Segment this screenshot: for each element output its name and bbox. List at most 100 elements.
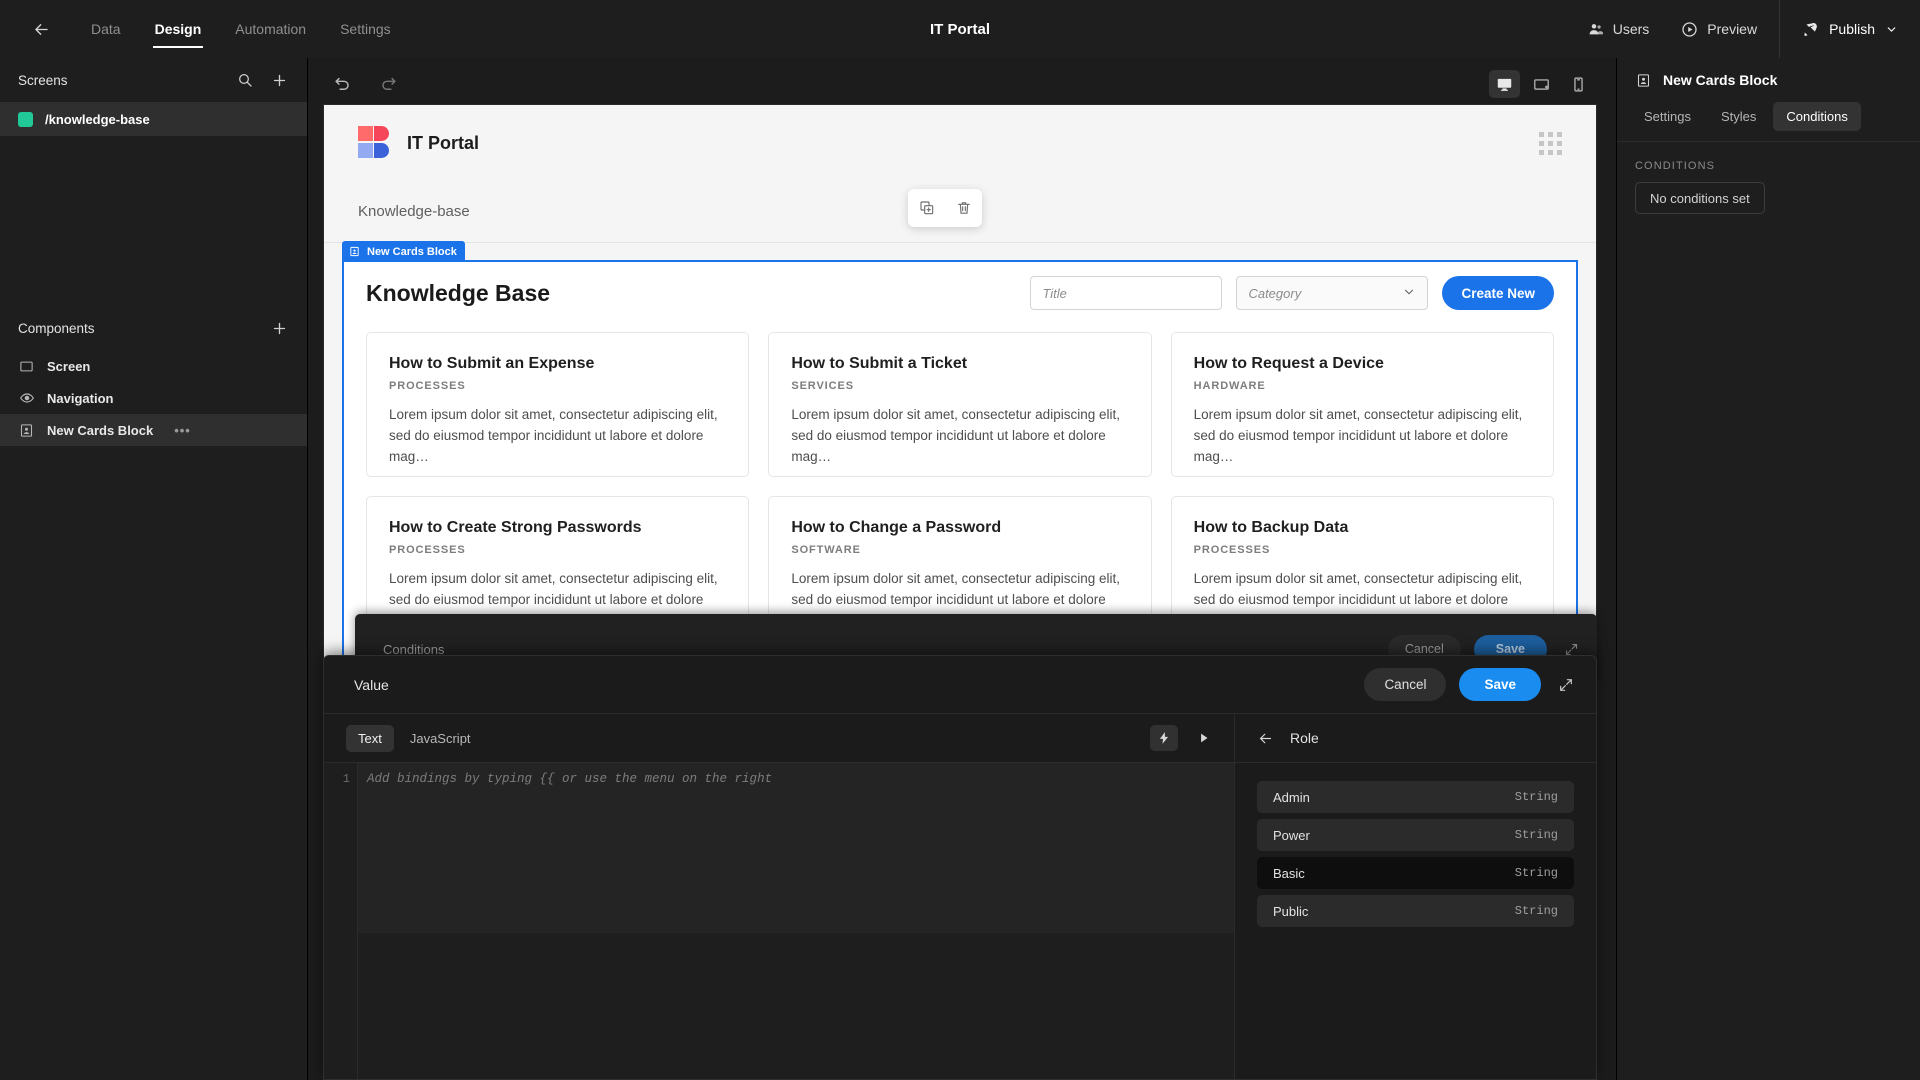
right-properties-panel: New Cards Block Settings Styles Conditio… [1616, 58, 1920, 1080]
duplicate-icon[interactable] [919, 200, 935, 216]
component-item-screen[interactable]: Screen [0, 350, 307, 382]
right-panel-tabs: Settings Styles Conditions [1617, 102, 1920, 141]
lightning-icon[interactable] [1150, 725, 1178, 751]
selected-block-cards[interactable]: New Cards Block Knowledge Base Title Cat… [342, 241, 1578, 665]
card-item[interactable]: How to Submit a Ticket SERVICES Lorem ip… [768, 332, 1152, 477]
cards-block-icon [1635, 72, 1651, 88]
create-new-button[interactable]: Create New [1442, 276, 1554, 310]
value-drawer-title: Value [354, 676, 389, 693]
no-conditions-button[interactable]: No conditions set [1635, 182, 1765, 214]
back-icon[interactable] [24, 12, 58, 46]
device-tablet-button[interactable] [1526, 70, 1557, 98]
card-title: How to Request a Device [1193, 355, 1384, 372]
title-search-input[interactable]: Title [1030, 276, 1223, 310]
card-item[interactable]: How to Request a Device HARDWARE Lorem i… [1170, 332, 1554, 477]
screens-label: Screens [18, 72, 68, 88]
value-drawer-actions: Cancel Save [1364, 668, 1574, 701]
code-empty-area[interactable] [358, 932, 1234, 1079]
add-screen-icon[interactable] [269, 70, 289, 90]
category-select[interactable]: Category [1236, 276, 1429, 310]
tab-styles[interactable]: Styles [1708, 102, 1769, 131]
card-category: PROCESSES [1193, 544, 1271, 556]
publish-label: Publish [1829, 21, 1875, 37]
tab-settings[interactable]: Settings [1631, 102, 1704, 131]
component-label: New Cards Block [47, 422, 154, 438]
card-item[interactable]: How to Submit an Expense PROCESSES Lorem… [366, 332, 750, 477]
nav-tab-automation[interactable]: Automation [218, 0, 323, 58]
screen-icon [18, 358, 35, 375]
card-title: How to Submit a Ticket [791, 355, 968, 372]
binding-name: Basic [1273, 865, 1305, 881]
device-mobile-button[interactable] [1563, 70, 1594, 98]
right-panel-header: New Cards Block [1617, 58, 1920, 102]
top-bar: Data Design Automation Settings IT Porta… [0, 0, 1920, 58]
expand-icon[interactable] [1558, 677, 1574, 693]
sidebar-item-knowledge-base[interactable]: /knowledge-base [0, 102, 307, 136]
block-hover-toolbar [908, 189, 982, 227]
value-binding-drawer: Value Cancel Save Text JavaScript 1 Add … [323, 655, 1597, 1080]
trash-icon[interactable] [956, 200, 972, 216]
chevron-down-icon[interactable] [1885, 23, 1898, 36]
preview-label: Preview [1707, 21, 1758, 37]
card-title: How to Create Strong Passwords [389, 519, 642, 536]
editor-tool-buttons [1150, 725, 1218, 751]
binding-item-admin[interactable]: Admin String [1257, 781, 1574, 813]
chevron-down-icon [1402, 285, 1416, 302]
binding-item-public[interactable]: Public String [1257, 895, 1574, 927]
nav-tab-data[interactable]: Data [74, 0, 138, 58]
value-drawer-body: Text JavaScript 1 Add bindings by typing… [324, 713, 1596, 1079]
binding-browser-header: Role [1235, 714, 1596, 763]
users-button[interactable]: Users [1572, 0, 1666, 58]
editor-tab-text[interactable]: Text [346, 724, 394, 752]
nav-tab-design[interactable]: Design [138, 0, 219, 58]
editor-tab-javascript[interactable]: JavaScript [398, 725, 483, 752]
component-more-icon[interactable]: ••• [174, 423, 191, 438]
card-category: HARDWARE [1193, 380, 1266, 392]
undo-icon[interactable] [330, 72, 354, 96]
editor-mode-tabs: Text JavaScript [346, 724, 483, 752]
card-body: Lorem ipsum dolor sit amet, consectetur … [791, 407, 1120, 464]
nav-tab-settings[interactable]: Settings [323, 0, 408, 58]
right-panel-title: New Cards Block [1663, 72, 1778, 88]
binding-browser-pane: Role Admin String Power String Basic Str… [1235, 714, 1596, 1079]
eye-icon [18, 390, 35, 407]
card-category: SERVICES [791, 380, 854, 392]
binding-type: String [1514, 904, 1558, 918]
value-cancel-button[interactable]: Cancel [1364, 668, 1447, 701]
play-circle-icon [1681, 21, 1698, 38]
component-item-navigation[interactable]: Navigation [0, 382, 307, 414]
drag-handle-grid-icon[interactable] [1539, 131, 1562, 155]
preview-button[interactable]: Preview [1665, 0, 1773, 58]
code-editor[interactable]: 1 Add bindings by typing {{ or use the m… [324, 763, 1234, 1079]
binding-name: Public [1273, 903, 1309, 919]
component-item-new-cards-block[interactable]: New Cards Block ••• [0, 414, 307, 446]
card-title: How to Change a Password [791, 519, 1002, 536]
card-title: How to Backup Data [1193, 519, 1349, 536]
card-title: How to Submit an Expense [389, 355, 595, 372]
users-icon [1588, 21, 1604, 37]
device-desktop-button[interactable] [1489, 70, 1520, 98]
left-sidebar: Screens /knowledge-base Components Scree… [0, 58, 308, 1080]
knowledge-base-cards-grid: How to Submit an Expense PROCESSES Lorem… [344, 324, 1576, 663]
top-bar-left: Data Design Automation Settings [0, 0, 408, 58]
add-component-icon[interactable] [269, 318, 289, 338]
tab-conditions[interactable]: Conditions [1773, 102, 1861, 131]
publish-button[interactable]: Publish [1786, 0, 1920, 58]
components-panel-actions [269, 318, 289, 338]
main-nav-tabs: Data Design Automation Settings [74, 0, 408, 58]
play-icon[interactable] [1190, 725, 1218, 751]
search-icon[interactable] [235, 70, 255, 90]
users-label: Users [1612, 21, 1650, 37]
editor-toolbar: Text JavaScript [324, 714, 1234, 763]
binding-item-power[interactable]: Power String [1257, 819, 1574, 851]
value-save-button[interactable]: Save [1459, 668, 1541, 701]
page-title: Knowledge Base [366, 279, 551, 306]
card-body: Lorem ipsum dolor sit amet, consectetur … [389, 407, 718, 464]
cards-block-icon [348, 245, 361, 258]
binding-item-basic[interactable]: Basic String [1257, 857, 1574, 889]
screen-color-dot [18, 111, 33, 127]
arrow-left-icon[interactable] [1257, 730, 1274, 747]
binding-editor-pane: Text JavaScript 1 Add bindings by typing… [324, 714, 1235, 1079]
breadcrumb: Knowledge-base [358, 203, 470, 220]
redo-icon[interactable] [376, 72, 400, 96]
